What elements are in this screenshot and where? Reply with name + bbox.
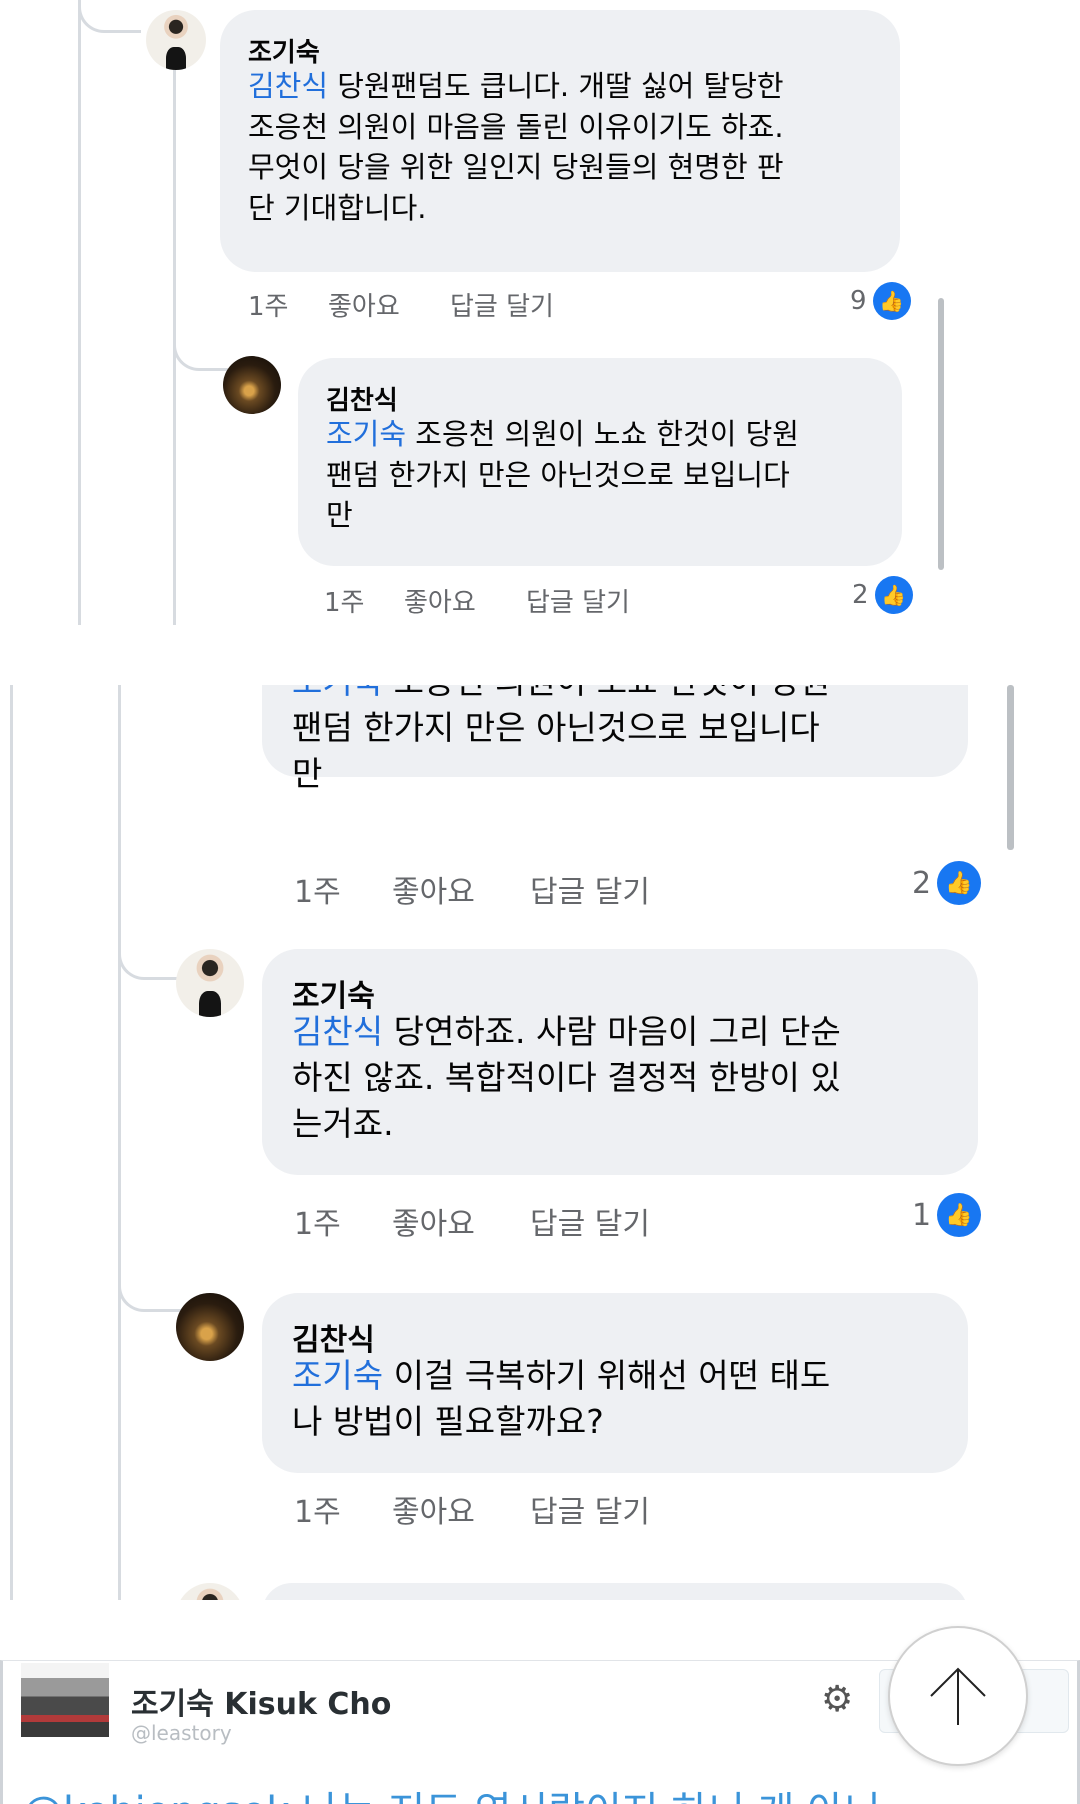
- comment-author[interactable]: 조기숙: [248, 32, 320, 69]
- thread-connector: [118, 925, 181, 980]
- like-count[interactable]: 9 👍: [850, 282, 911, 320]
- avatar[interactable]: [176, 1583, 244, 1600]
- like-count[interactable]: 2 👍: [852, 576, 913, 614]
- comment-time[interactable]: 1주: [294, 1199, 341, 1243]
- user-handle[interactable]: @leastory: [131, 1721, 232, 1745]
- comment-bubble: 김찬식 조기숙 이걸 극복하기 위해선 어떤 태도 나 방법이 필요할까요?: [262, 1293, 968, 1473]
- comments-panel-1: 조기숙 김찬식 당원팬덤도 큽니다. 개딸 싫어 탈당한 조응천 의원이 마음을…: [0, 0, 1080, 625]
- comment-bubble: 조기숙 김찬식 당원팬덤도 큽니다. 개딸 싫어 탈당한 조응천 의원이 마음을…: [220, 10, 900, 272]
- mention-link[interactable]: 조기숙: [292, 1356, 383, 1395]
- tweet-text: @kohjongsok 나는 저도 역시랍이지 하니 개 아니: [23, 1779, 881, 1804]
- like-button[interactable]: 좋아요: [392, 1487, 475, 1531]
- comment-bubble: 조기숙 조응천 의원이 노쇼 한것이 당원 팬덤 한가지 만은 아닌것으로 보입…: [262, 685, 968, 793]
- avatar[interactable]: [223, 356, 281, 414]
- reply-button[interactable]: 답글 달기: [526, 582, 630, 619]
- thread-connector: [118, 1257, 181, 1312]
- comment-bubble: 조기숙 김찬식 당연하죠. 사람 마음이 그리 단순 하진 않죠. 복합적이다 …: [262, 949, 978, 1175]
- avatar[interactable]: [176, 1293, 244, 1361]
- comment-author[interactable]: 김찬식: [326, 380, 398, 417]
- mention-link[interactable]: 김찬식: [248, 69, 328, 103]
- thread-connector: [78, 0, 141, 33]
- scrollbar[interactable]: [938, 298, 944, 570]
- like-thumb-icon: 👍: [937, 861, 982, 905]
- like-button[interactable]: 좋아요: [392, 867, 475, 911]
- comment-time[interactable]: 1주: [324, 582, 364, 619]
- thread-line: [10, 685, 13, 1600]
- comment-text: 조기숙 이걸 극복하기 위해선 어떤 태도 나 방법이 필요할까요?: [292, 1356, 831, 1442]
- reply-button[interactable]: 답글 달기: [530, 1487, 650, 1531]
- comment-time[interactable]: 1주: [294, 1487, 341, 1531]
- thread-line: [78, 0, 81, 625]
- like-button[interactable]: 좋아요: [392, 1199, 475, 1243]
- comment-bubble: 김찬식 조기숙 조응천 의원이 노쇼 한것이 당원 팬덤 한가지 만은 아닌것으…: [298, 358, 902, 566]
- like-button[interactable]: 좋아요: [328, 286, 400, 323]
- mention-link[interactable]: 조기숙: [326, 417, 406, 451]
- gear-icon[interactable]: ⚙: [821, 1679, 853, 1720]
- like-button[interactable]: 좋아요: [404, 582, 476, 619]
- reply-button[interactable]: 답글 달기: [450, 286, 554, 323]
- comments-panel-2: 조기숙 조응천 의원이 노쇼 한것이 당원 팬덤 한가지 만은 아닌것으로 보입…: [0, 685, 1080, 1600]
- reply-button[interactable]: 답글 달기: [530, 1199, 650, 1243]
- arrow-up-icon: [930, 1667, 986, 1725]
- comment-time[interactable]: 1주: [294, 867, 341, 911]
- comment-time[interactable]: 1주: [248, 286, 288, 323]
- scrollbar[interactable]: [1007, 685, 1014, 850]
- like-count[interactable]: 2 👍: [912, 861, 982, 905]
- thread-line: [118, 685, 121, 1600]
- mention-link[interactable]: 김찬식: [292, 1012, 383, 1051]
- scroll-top-button[interactable]: [888, 1626, 1028, 1766]
- avatar[interactable]: [176, 949, 244, 1017]
- comment-text: 조기숙 조응천 의원이 노쇼 한것이 당원 팬덤 한가지 만은 아닌것으로 보입…: [292, 685, 952, 798]
- like-thumb-icon: 👍: [872, 282, 911, 320]
- comment-text: 김찬식 당연하죠. 사람 마음이 그리 단순 하진 않죠. 복합적이다 결정적 …: [292, 1012, 841, 1144]
- like-count[interactable]: 1 👍: [912, 1193, 982, 1237]
- reply-button[interactable]: 답글 달기: [530, 867, 650, 911]
- comment-text: 김찬식 당원팬덤도 큽니다. 개딸 싫어 탈당한 조응천 의원이 마음을 돌린 …: [248, 69, 784, 225]
- like-thumb-icon: 👍: [937, 1193, 982, 1237]
- mention-link[interactable]: 조기숙: [292, 685, 383, 701]
- thread-connector: [173, 300, 228, 371]
- comment-text: 조기숙 조응천 의원이 노쇼 한것이 당원 팬덤 한가지 만은 아닌것으로 보입…: [326, 417, 799, 533]
- display-name[interactable]: 조기숙 Kisuk Cho: [131, 1679, 391, 1723]
- like-thumb-icon: 👍: [874, 576, 913, 614]
- profile-image[interactable]: [21, 1663, 109, 1737]
- avatar[interactable]: [146, 10, 206, 70]
- comment-bubble: [262, 1583, 968, 1600]
